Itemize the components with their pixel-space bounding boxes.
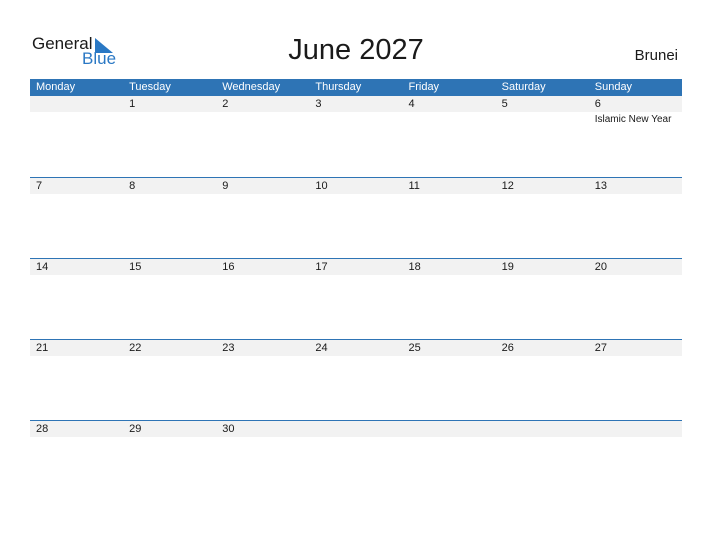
day-number: 4 [408,98,415,110]
day-number: 5 [501,98,508,110]
day-number: 1 [129,98,136,110]
day-number: 20 [594,261,607,273]
day-event [309,275,402,276]
day-number: 8 [129,180,136,192]
event-row [30,194,682,195]
day-event [30,112,123,127]
day-number: 27 [594,342,607,354]
day-number [309,421,402,437]
day-number: 12 [501,180,514,192]
day-number: 24 [315,342,328,354]
day-event [403,275,496,276]
weekday-sunday: Sunday [594,81,633,93]
day-event [216,275,309,276]
day-number: 7 [36,180,43,192]
day-event [403,194,496,195]
day-event [30,437,123,438]
week-row: 14 15 16 17 18 19 20 [30,258,682,339]
day-number: 15 [129,261,142,273]
week-row: 28 29 30 [30,420,682,501]
day-event [589,275,682,276]
day-event [403,112,496,127]
day-event [123,194,216,195]
day-event [309,194,402,195]
event-row: Islamic New Year [30,112,682,127]
day-number [589,421,682,437]
event-row [30,356,682,357]
weekday-saturday: Saturday [501,81,546,93]
weekday-header: Monday Tuesday Wednesday Thursday Friday… [30,79,682,96]
day-event [216,194,309,195]
day-event [403,356,496,357]
event-row [30,437,682,438]
page-title: June 2027 [288,34,424,66]
day-number: 26 [501,342,514,354]
weekday-monday: Monday [36,81,76,93]
day-event [496,194,589,195]
day-number [403,421,496,437]
day-number: 19 [501,261,514,273]
week-row: 7 8 9 10 11 12 13 [30,177,682,258]
weekday-thursday: Thursday [315,81,362,93]
day-number: 11 [408,180,420,192]
day-event [30,194,123,195]
weekday-friday: Friday [408,81,440,93]
day-event [496,437,589,438]
day-event [496,275,589,276]
day-event [403,437,496,438]
day-event [216,356,309,357]
day-number: 6 [594,98,601,110]
day-number: 2 [222,98,229,110]
day-number: 28 [36,423,49,435]
day-event [309,437,402,438]
day-event [309,356,402,357]
day-event [30,356,123,357]
day-number: 23 [222,342,235,354]
day-number: 13 [594,180,607,192]
day-number-band: 7 8 9 10 11 12 13 [30,178,682,194]
day-event: Islamic New Year [594,114,672,125]
day-number-band: 14 15 16 17 18 19 20 [30,259,682,275]
day-number-band: 21 22 23 24 25 26 27 [30,340,682,356]
day-number-band: 1 2 3 4 5 6 [30,96,682,112]
day-number: 10 [315,180,328,192]
day-number: 30 [222,423,235,435]
day-number: 16 [222,261,235,273]
day-number [496,421,589,437]
day-event [589,437,682,438]
day-event [589,356,682,357]
day-number-band: 28 29 30 [30,421,682,437]
day-number: 18 [408,261,421,273]
day-event [123,112,216,127]
day-event [216,112,309,127]
day-number: 17 [315,261,328,273]
day-event [30,275,123,276]
week-row: 21 22 23 24 25 26 27 [30,339,682,420]
weekday-wednesday: Wednesday [222,81,281,93]
weekday-tuesday: Tuesday [129,81,171,93]
day-event [123,356,216,357]
day-event [123,275,216,276]
day-event [496,356,589,357]
event-row [30,275,682,276]
day-event [589,194,682,195]
day-number: 25 [408,342,421,354]
day-number: 3 [315,98,322,110]
day-number: 21 [36,342,49,354]
day-number: 22 [129,342,142,354]
calendar-grid: Monday Tuesday Wednesday Thursday Friday… [30,79,682,501]
day-number: 9 [222,180,229,192]
country-label: Brunei [634,47,678,64]
day-event [309,112,402,127]
day-number: 29 [129,423,142,435]
day-event [496,112,589,127]
day-number: 14 [36,261,49,273]
day-event [123,437,216,438]
day-event [216,437,309,438]
day-number [30,96,123,112]
week-row: 1 2 3 4 5 6 Islamic New Year [30,96,682,177]
